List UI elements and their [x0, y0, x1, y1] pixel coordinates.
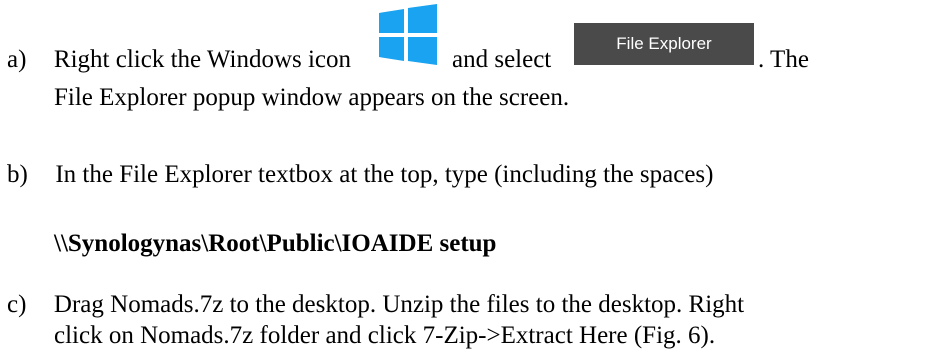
step-a-text-between: and select — [452, 46, 552, 73]
step-a-marker: a) — [7, 46, 27, 73]
step-c-line-1: c) Drag Nomads.7z to the desktop. Unzip … — [7, 290, 744, 320]
step-b-line: b) In the File Explorer textbox at the t… — [7, 160, 713, 190]
windows-logo-icon — [379, 4, 437, 65]
step-a-continuation: File Explorer popup window appears on th… — [54, 84, 570, 111]
step-b-marker: b) — [7, 161, 28, 188]
step-c-continuation: click on Nomads.7z folder and click 7-Zi… — [54, 322, 716, 349]
step-b-text: In the File Explorer textbox at the top,… — [55, 161, 714, 188]
file-explorer-button[interactable]: File Explorer — [574, 23, 754, 65]
step-a-line-1: a) Right click the Windows icon — [7, 45, 351, 75]
step-a-text-after-button: . The — [758, 46, 809, 73]
step-a-text-before-icon: Right click the Windows icon — [53, 46, 352, 73]
step-c-text: Drag Nomads.7z to the desktop. Unzip the… — [53, 291, 745, 318]
step-c-marker: c) — [7, 291, 27, 318]
network-path: \\Synologynas\Root\Public\IOAIDE setup — [54, 230, 497, 257]
instruction-document: a) Right click the Windows icon and sele… — [0, 0, 926, 354]
